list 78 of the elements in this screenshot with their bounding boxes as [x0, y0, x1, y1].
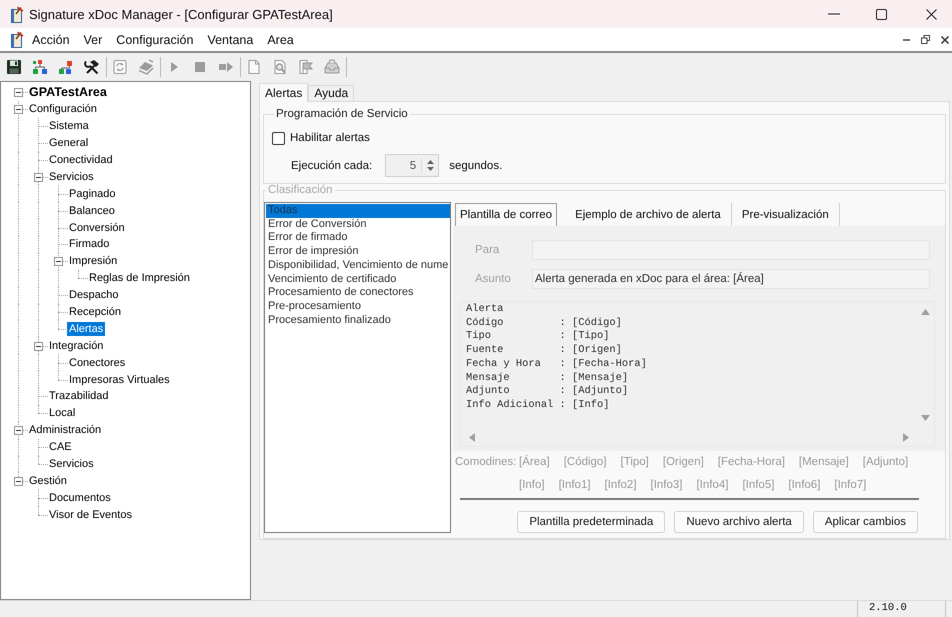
collapse-icon[interactable]: [34, 342, 43, 351]
group-title: Clasificación: [267, 184, 334, 196]
tree-item[interactable]: Documentos: [47, 490, 113, 505]
tree-item[interactable]: Impresión: [67, 254, 120, 268]
wildcard-token: [Info5]: [742, 478, 774, 493]
tree-item[interactable]: CAE: [47, 440, 74, 454]
collapse-icon[interactable]: [14, 476, 23, 486]
field-label: Asunto: [475, 273, 512, 285]
wildcard-token: [Mensaje]: [798, 455, 849, 470]
nodes-icon[interactable]: [32, 59, 48, 75]
window-title: Signature xDoc Manager - [Configurar GPATestArea]: [29, 6, 333, 22]
tree-item[interactable]: General: [47, 136, 90, 150]
collapse-icon[interactable]: [14, 88, 23, 98]
hammer-document-icon[interactable]: [8, 31, 24, 48]
hammer-document-icon: [8, 6, 24, 22]
checkbox-label[interactable]: Habilitar alertas: [290, 132, 370, 144]
tree-item[interactable]: Trazabilidad: [47, 389, 111, 404]
tree-item[interactable]: Visor de Eventos: [47, 508, 134, 522]
save-icon[interactable]: [6, 59, 22, 75]
wildcard-token: [Fecha-Hora]: [718, 455, 785, 470]
close-icon[interactable]: [941, 36, 949, 44]
menu-item[interactable]: Ventana: [200, 30, 260, 48]
wildcard-token: [Origen]: [662, 455, 704, 470]
tree-item[interactable]: Local: [47, 406, 78, 420]
tree-item[interactable]: Administración: [27, 423, 104, 438]
tree-item[interactable]: Conversión: [67, 220, 127, 235]
restore-icon[interactable]: [921, 35, 930, 44]
tree-item[interactable]: Sistema: [47, 119, 91, 134]
menu-item[interactable]: Ver: [76, 30, 110, 48]
collapse-icon[interactable]: [14, 426, 23, 436]
close-icon[interactable]: [926, 8, 937, 20]
wildcard-token: [Info6]: [788, 478, 820, 493]
tree-item[interactable]: Servicios: [47, 457, 96, 472]
tree-item[interactable]: Despacho: [67, 288, 121, 302]
tab[interactable]: Alertas: [259, 83, 308, 102]
tree-item[interactable]: Configuración: [27, 102, 99, 116]
hierarchy-icon[interactable]: [58, 59, 74, 75]
tree-item[interactable]: Gestión: [27, 474, 69, 488]
checkbox[interactable]: [272, 132, 285, 144]
menu-item[interactable]: Acción: [25, 30, 77, 48]
wildcard-token: [Tipo]: [620, 455, 649, 470]
tree-item[interactable]: Reglas de Impresión: [87, 271, 192, 286]
tree-item[interactable]: Firmado: [67, 237, 112, 252]
wildcard-token: [Info]: [519, 478, 545, 493]
version-label: 2.10.0: [857, 601, 946, 617]
interval-label: Ejecución cada:: [291, 160, 372, 172]
wildcard-token: [Área]: [519, 454, 550, 470]
wildcard-token: [Info2]: [604, 478, 637, 493]
tree-item[interactable]: Conectores: [67, 356, 128, 370]
wildcard-token: [Info1]: [558, 478, 591, 493]
tab[interactable]: Ayuda: [308, 85, 354, 101]
tools-icon[interactable]: [84, 59, 100, 75]
tree-item[interactable]: Conectividad: [47, 153, 115, 167]
tree-item[interactable]: Integración: [47, 338, 106, 353]
tree-item[interactable]: Balanceo: [67, 204, 117, 218]
wildcard-token: [Info4]: [696, 478, 728, 493]
wildcard-token: [Info3]: [650, 478, 682, 493]
menu-item[interactable]: Configuración: [109, 30, 200, 48]
wildcards-label: Comodines:: [455, 455, 516, 470]
minimize-icon[interactable]: [828, 13, 840, 15]
tree-item[interactable]: Impresoras Virtuales: [67, 372, 172, 387]
collapse-icon[interactable]: [34, 172, 43, 182]
tree-item[interactable]: Servicios: [47, 170, 96, 184]
tree-item[interactable]: GPATestArea: [27, 85, 109, 100]
field-label: Para: [475, 244, 500, 256]
maximize-icon[interactable]: [876, 8, 887, 20]
menu-item[interactable]: Area: [260, 30, 301, 48]
collapse-icon[interactable]: [14, 105, 23, 114]
tree-item[interactable]: Alertas: [67, 322, 106, 336]
unit-label: segundos.: [449, 160, 502, 172]
wildcard-token: [Código]: [564, 455, 607, 470]
tree-item[interactable]: Paginado: [67, 186, 118, 201]
wildcard-token: [Adjunto]: [862, 455, 908, 470]
minimize-icon[interactable]: [903, 38, 910, 40]
wildcard-token: [Info7]: [834, 478, 866, 493]
collapse-icon[interactable]: [54, 257, 63, 266]
group-title: Programación de Servicio: [275, 108, 409, 120]
tree-item[interactable]: Recepción: [67, 305, 123, 320]
